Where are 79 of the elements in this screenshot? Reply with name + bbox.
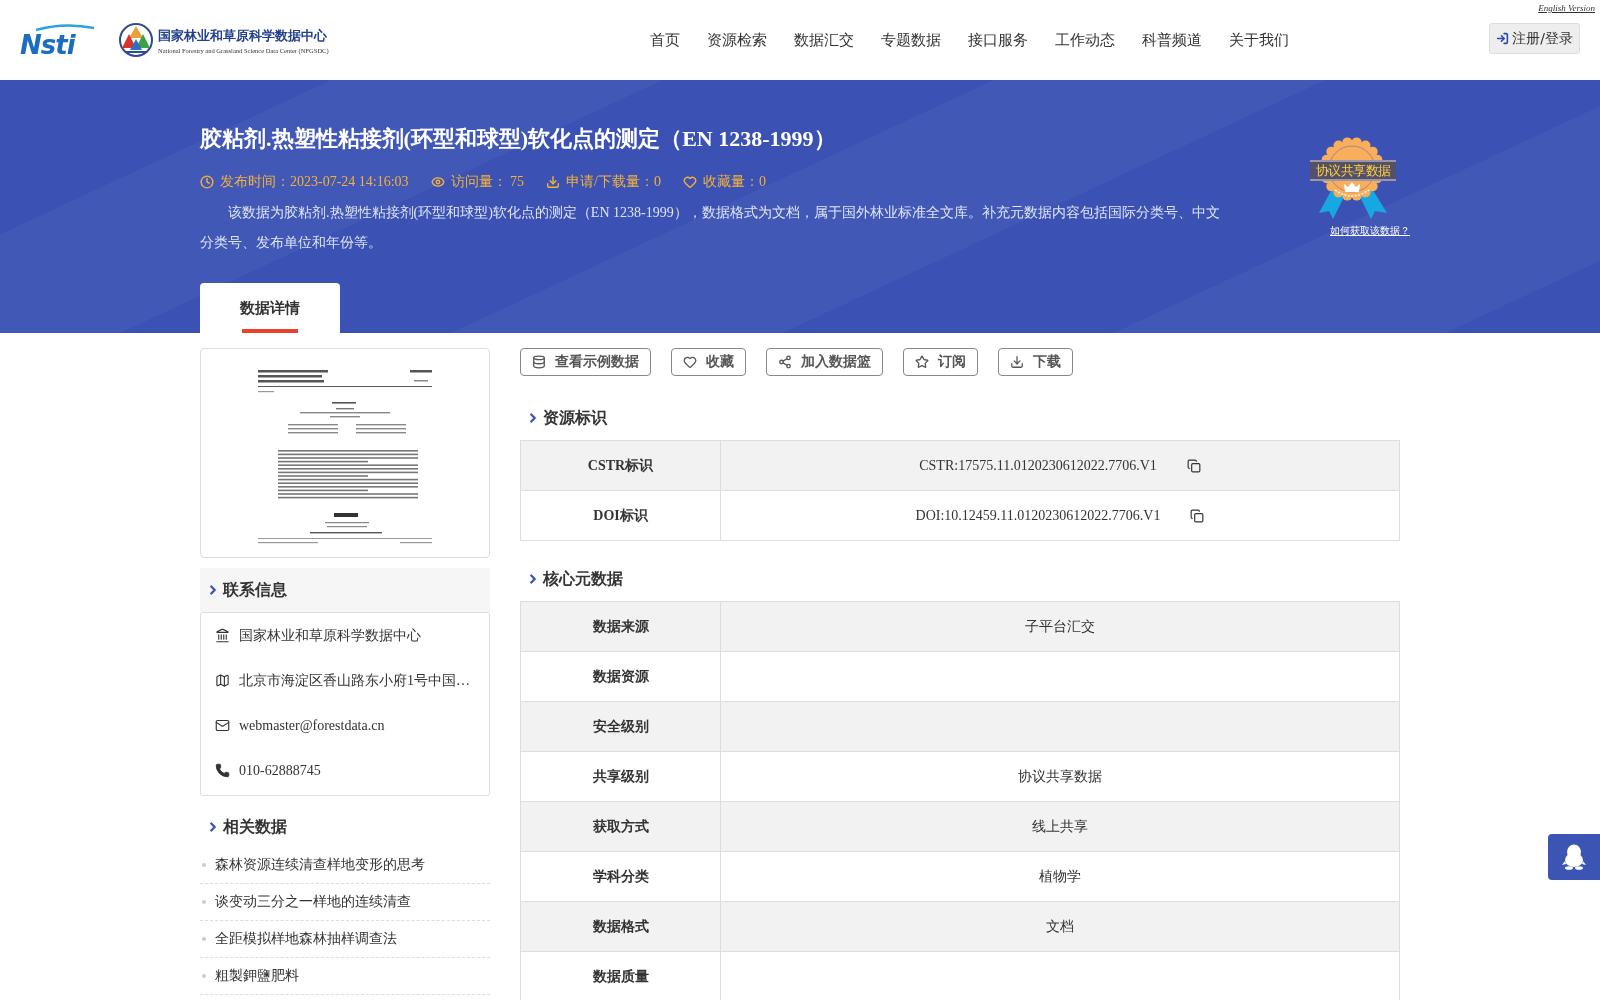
- dataset-title: 胶粘剂.热塑性粘接剂(环型和球型)软化点的测定（EN 1238-1999）: [200, 125, 837, 153]
- copy-icon[interactable]: [1186, 458, 1201, 473]
- nav-link[interactable]: 接口服务: [968, 30, 1029, 50]
- tree-emblem-icon: [118, 22, 154, 58]
- metadata-value: 线上共享: [720, 801, 1400, 852]
- metadata-value: 子平台汇交: [720, 601, 1400, 652]
- contact-text: 010-62888745: [239, 762, 321, 779]
- action-button[interactable]: 下载: [998, 348, 1073, 376]
- bullet-icon: [202, 974, 206, 978]
- related-link[interactable]: 粗製鉀鹽肥料: [215, 967, 299, 985]
- related-link[interactable]: 森林资源连续清查样地变形的思考: [215, 856, 425, 874]
- metadata-value: 文档: [720, 901, 1400, 952]
- metadata-label: 获取方式: [520, 801, 721, 852]
- nav-link[interactable]: 科普频道: [1142, 30, 1203, 50]
- heart-icon: [683, 175, 697, 189]
- penguin-icon: [1562, 844, 1586, 870]
- login-button[interactable]: 注册/登录: [1489, 23, 1580, 54]
- section-title: 联系信息: [223, 579, 287, 601]
- metadata-label: 学科分类: [520, 851, 721, 902]
- map-icon: [215, 673, 230, 688]
- identifier-label: CSTR标识: [520, 440, 721, 491]
- heart-icon: [683, 355, 697, 369]
- related-link[interactable]: 谈变动三分之一样地的连续清查: [215, 893, 411, 911]
- meta-text: 收藏量：0: [703, 173, 766, 191]
- download-icon: [546, 175, 561, 189]
- action-button[interactable]: 查看示例数据: [520, 348, 651, 376]
- contact-text: 国家林业和草原科学数据中心: [239, 626, 421, 645]
- tab[interactable]: 数据详情: [200, 283, 340, 333]
- contact-text: 北京市海淀区香山路东小府1号中国…: [239, 671, 470, 690]
- action-button[interactable]: 加入数据篮: [766, 348, 883, 376]
- metadata-label: 数据来源: [520, 601, 721, 652]
- mail-icon: [215, 718, 230, 733]
- swoosh-icon: [34, 22, 96, 31]
- nav-link[interactable]: 资源检索: [707, 30, 768, 50]
- share-icon: [778, 355, 792, 369]
- metadata-value: 植物学: [720, 851, 1400, 902]
- nav-link[interactable]: 工作动态: [1055, 30, 1116, 50]
- logo-text: Nsti: [20, 31, 75, 58]
- bank-icon: [215, 628, 230, 643]
- identifier-label: DOI标识: [520, 490, 721, 541]
- metadata-label: 数据资源: [520, 651, 721, 702]
- phone-icon: [215, 763, 230, 778]
- bullet-icon: [202, 937, 206, 941]
- identifier-value: CSTR:17575.11.0120230612022.7706.V1: [919, 457, 1157, 474]
- bullet-icon: [202, 863, 206, 867]
- org-name: 国家林业和草原科学数据中心: [158, 26, 328, 45]
- action-button[interactable]: 收藏: [671, 348, 746, 376]
- nav-link[interactable]: 专题数据: [881, 30, 942, 50]
- bullet-icon: [202, 900, 206, 904]
- metadata-value: 协议共享数据: [720, 751, 1400, 802]
- meta-text: 访问量： 75: [450, 173, 525, 191]
- clock-icon: [200, 175, 214, 189]
- metadata-label: 共享级别: [520, 751, 721, 802]
- metadata-label: 数据质量: [520, 951, 721, 1000]
- metadata-label: 安全级别: [520, 701, 721, 752]
- dataset-description: 该数据为胶粘剂.热塑性粘接剂(环型和球型)软化点的测定（EN 1238-1999），数据格式为文档，属于国外林业标准全文库。补充元数据内容包括国际分类号、中文分类号、发布单位和年份等。: [200, 204, 1221, 252]
- section-title: 资源标识: [543, 407, 607, 429]
- copy-icon[interactable]: [1190, 508, 1205, 523]
- section-title: 核心元数据: [543, 568, 623, 590]
- section-title: 相关数据: [223, 816, 287, 838]
- language-link[interactable]: English Version: [1538, 3, 1595, 13]
- nav-link[interactable]: 首页: [650, 30, 681, 50]
- login-icon: [1496, 32, 1510, 45]
- meta-text: 申请/下载量：0: [566, 173, 661, 191]
- related-link[interactable]: 全距模拟样地森林抽样调查法: [215, 930, 397, 948]
- star-icon: [915, 355, 929, 369]
- help-link[interactable]: 如何获取该数据？: [1330, 224, 1410, 238]
- chat-button[interactable]: [1548, 834, 1600, 880]
- identifier-value: DOI:10.12459.11.0120230612022.7706.V1: [915, 507, 1161, 524]
- badge-label: 协议共享数据: [1310, 160, 1396, 181]
- meta-text: 发布时间：2023-07-24 14:16:03: [220, 173, 409, 191]
- nav-link[interactable]: 数据汇交: [794, 30, 855, 50]
- contact-text: webmaster@forestdata.cn: [239, 717, 385, 734]
- action-button[interactable]: 订阅: [903, 348, 978, 376]
- metadata-label: 数据格式: [520, 901, 721, 952]
- nav-link[interactable]: 关于我们: [1229, 30, 1290, 50]
- database-icon: [532, 355, 546, 369]
- eye-icon: [430, 175, 445, 189]
- download-icon: [1010, 355, 1024, 369]
